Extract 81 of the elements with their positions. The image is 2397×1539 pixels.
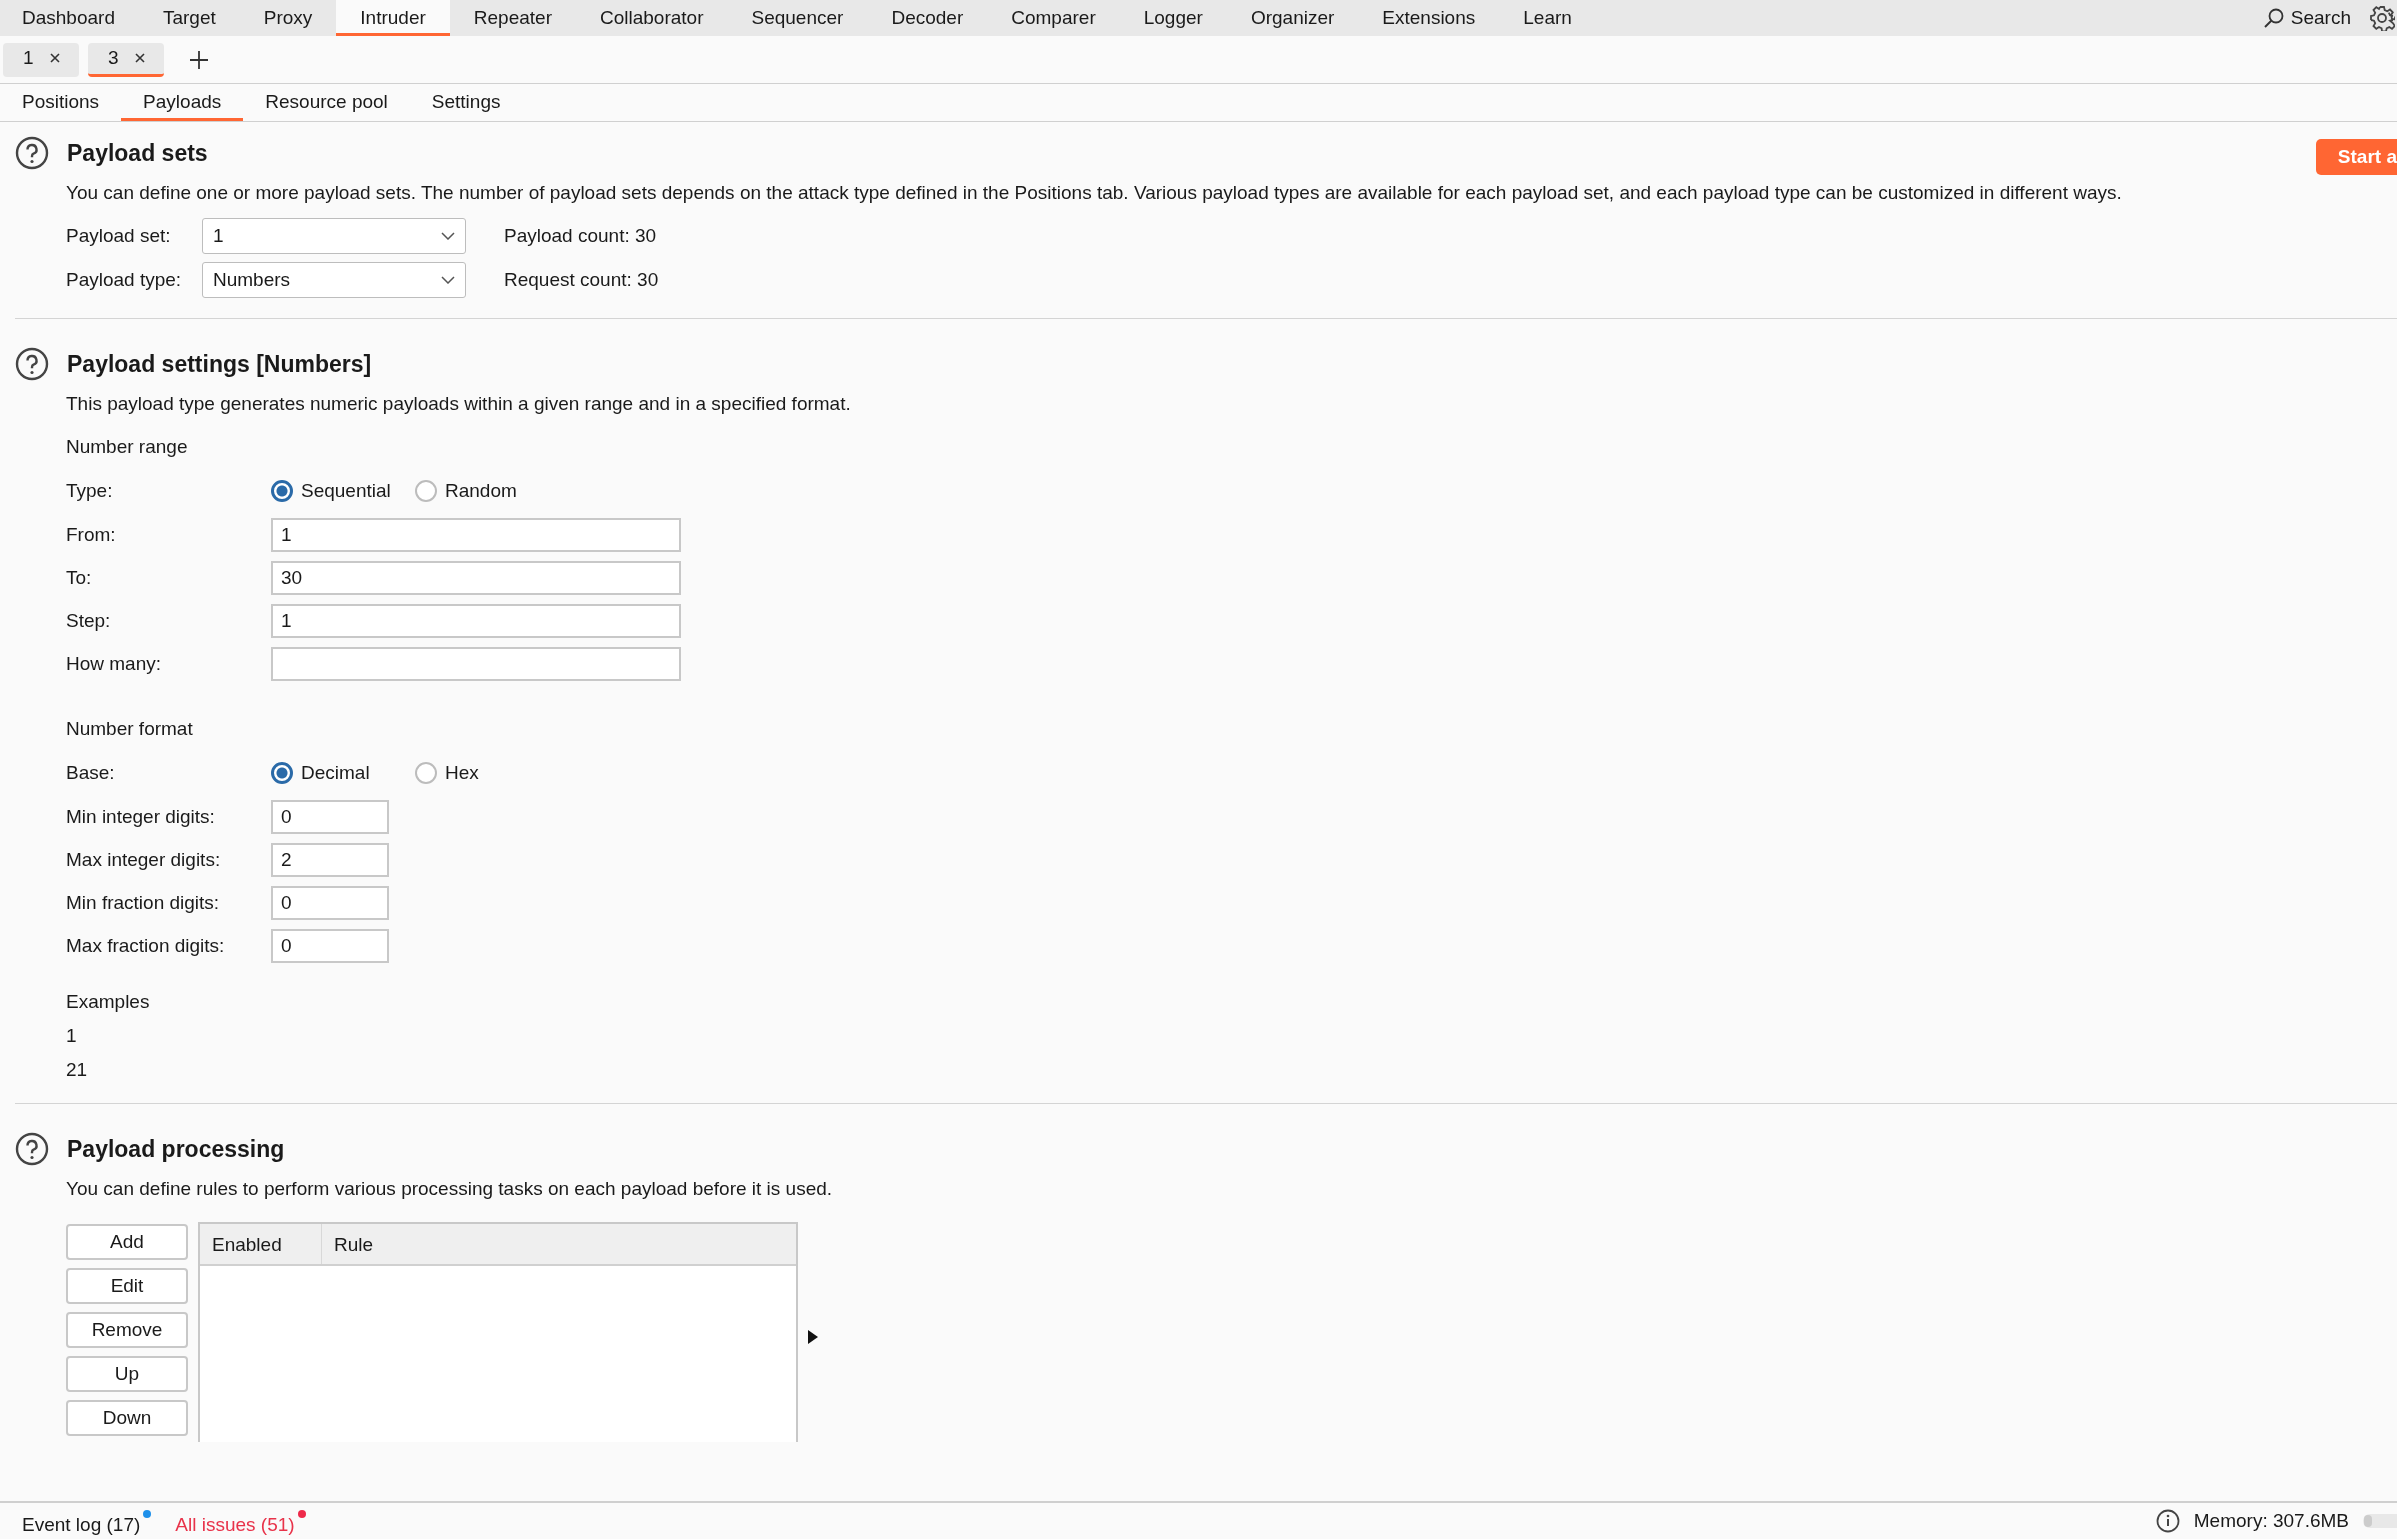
radio-option[interactable]: Sequential [271,480,415,502]
sub-tab[interactable]: Payloads [121,84,244,121]
nav-tab[interactable]: Decoder [867,0,988,36]
add-tab-icon[interactable] [189,49,209,70]
chevron-down-icon [441,232,455,240]
action-button[interactable]: Add [66,1224,188,1260]
example-value: 21 [66,1058,89,1082]
settings-icon[interactable] [2369,5,2395,31]
input-field[interactable]: 0 [271,799,389,834]
dropdown[interactable]: 1 [202,218,466,254]
field-label: Step: [66,609,112,632]
section-title: Payload sets [67,139,208,167]
field-label: Max fraction digits: [66,934,226,957]
section-description: You can define rules to perform various processing tasks on each payload before it is used. [66,1178,834,1200]
field-label: Min fraction digits: [66,891,221,914]
help-icon[interactable] [15,347,49,381]
column-header: Enabled [200,1224,322,1264]
status-link[interactable]: All issues (51) [175,1506,295,1536]
action-button[interactable]: Down [66,1400,188,1436]
sub-tab[interactable]: Resource pool [243,84,410,121]
close-icon[interactable] [134,53,145,63]
input-field[interactable] [271,646,681,681]
nav-tab[interactable]: Target [138,0,240,36]
group-heading: Number range [66,435,189,459]
field-label: Type: [66,480,114,502]
input-field[interactable]: 0 [271,885,389,920]
example-value: 1 [66,1024,78,1048]
expand-arrow-icon[interactable] [808,1330,818,1344]
count-text: Request count: 30 [504,269,659,291]
radio-option[interactable]: Hex [415,762,559,784]
action-button[interactable]: Edit [66,1268,188,1304]
action-button[interactable]: Remove [66,1312,188,1348]
input-field[interactable]: 1 [271,603,681,638]
section-description: You can define one or more payload sets. The number of payload sets depends on the attack type defined in the Positions tab. Various payload types are available for each payload set, and each payload type can be customized in different ways. [66,182,2123,204]
search-icon [2262,7,2285,29]
status-link[interactable]: Event log (17) [22,1506,141,1536]
input-field[interactable]: 30 [271,560,681,595]
radio-option[interactable]: Decimal [271,762,415,784]
field-label: To: [66,566,93,589]
nav-tab[interactable]: Organizer [1226,0,1359,36]
field-label: Min integer digits: [66,805,216,828]
field-label: Max integer digits: [66,848,222,871]
nav-tab[interactable]: Collaborator [576,0,728,36]
memory-text: Memory: 307.6MB [2193,1510,2349,1532]
attack-tab[interactable]: 1 [3,42,79,77]
nav-tab[interactable]: Learn [1499,0,1596,36]
nav-tab[interactable]: Proxy [239,0,337,36]
input-field[interactable]: 2 [271,842,389,877]
input-field[interactable]: 0 [271,928,389,963]
nav-tab[interactable]: Sequencer [727,0,868,36]
info-icon[interactable] [2155,1509,2180,1533]
section-title: Payload processing [67,1135,285,1163]
attack-tab[interactable]: 3 [88,42,164,77]
help-icon[interactable] [15,1132,49,1166]
dropdown[interactable]: Numbers [202,262,466,298]
nav-tab[interactable]: Comparer [987,0,1120,36]
nav-tab[interactable]: Dashboard [0,0,139,36]
group-heading: Examples [66,990,151,1014]
field-label: Payload type: [66,269,183,291]
field-label: How many: [66,652,163,675]
count-text: Payload count: 30 [504,225,657,247]
chevron-down-icon [441,276,455,284]
radio-option[interactable]: Random [415,480,559,502]
column-header: Rule [333,1233,375,1257]
field-label: From: [66,523,117,546]
nav-tab[interactable]: Logger [1119,0,1227,36]
field-label: Payload set: [66,225,172,247]
sub-tab[interactable]: Positions [0,84,122,121]
help-icon[interactable] [15,136,49,170]
section-title: Payload settings [Numbers] [67,350,372,378]
nav-tab[interactable]: Extensions [1358,0,1500,36]
nav-tab[interactable]: Repeater [449,0,576,36]
group-heading: Number format [66,717,194,741]
search-button[interactable]: Search [2256,0,2357,36]
nav-tab[interactable]: Intruder [336,0,450,36]
section-description: This payload type generates numeric payloads within a given range and in a specified format. [66,393,852,415]
sub-tab[interactable]: Settings [409,84,523,121]
input-field[interactable]: 1 [271,517,681,552]
field-label: Base: [66,762,116,784]
close-icon[interactable] [49,53,60,63]
action-button[interactable]: Up [66,1356,188,1392]
